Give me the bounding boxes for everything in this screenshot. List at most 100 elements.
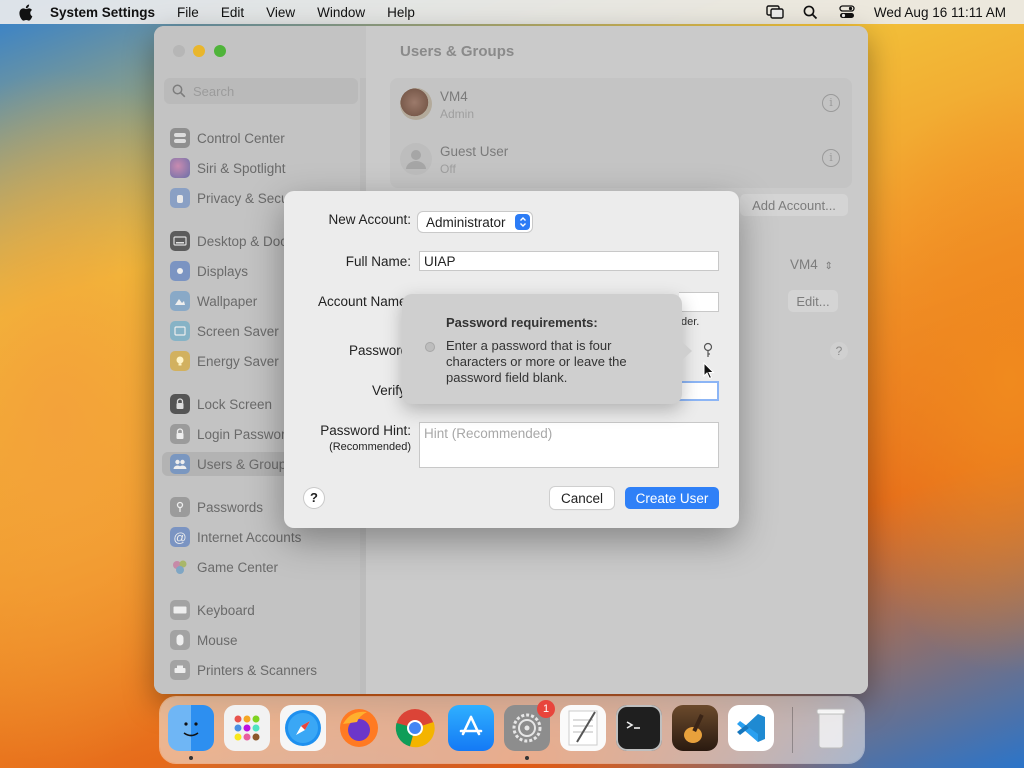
user-name: VM4 — [440, 89, 468, 104]
apple-menu-icon[interactable] — [18, 4, 36, 21]
running-indicator — [525, 756, 529, 760]
help-button[interactable]: ? — [304, 488, 324, 508]
full-name-value: UIAP — [424, 253, 456, 269]
launchpad-icon[interactable] — [224, 705, 270, 751]
sidebar-item-label: Desktop & Doc — [197, 233, 288, 249]
search-field[interactable]: Search — [164, 78, 358, 104]
trash-icon[interactable] — [808, 705, 854, 751]
user-row-guest[interactable]: Guest User Off i — [400, 135, 840, 183]
safari-icon[interactable] — [280, 705, 326, 751]
sidebar-item-privacy-security[interactable]: Privacy & Secu — [170, 186, 289, 210]
sidebar-item-printers-scanners[interactable]: Printers & Scanners — [170, 658, 317, 682]
requirement-status-icon — [425, 342, 435, 352]
add-account-button[interactable]: Add Account... — [740, 194, 848, 216]
menu-edit[interactable]: Edit — [221, 5, 244, 20]
dock-separator — [792, 707, 793, 753]
sidebar-item-internet-accounts[interactable]: @ Internet Accounts — [170, 525, 301, 549]
menu-view[interactable]: View — [266, 5, 295, 20]
sidebar-item-energy-saver[interactable]: Energy Saver — [170, 349, 279, 373]
avatar-football — [400, 88, 432, 120]
create-user-button[interactable]: Create User — [625, 487, 719, 509]
sidebar-item-label: Energy Saver — [197, 353, 279, 369]
app-store-icon[interactable] — [448, 705, 494, 751]
sidebar-item-screen-saver[interactable]: Screen Saver — [170, 319, 279, 343]
menu-help[interactable]: Help — [387, 5, 415, 20]
sidebar-item-label: Users & Group — [197, 456, 287, 472]
edit-button[interactable]: Edit... — [788, 290, 838, 312]
full-name-label: Full Name: — [345, 254, 411, 269]
password-hint-field[interactable]: Hint (Recommended) — [419, 422, 719, 468]
garageband-icon[interactable] — [672, 705, 718, 751]
account-name-hint: der. — [681, 316, 700, 328]
siri-icon — [170, 158, 190, 178]
screen-mirroring-icon[interactable] — [766, 4, 784, 20]
key-icon[interactable] — [702, 342, 716, 358]
full-name-field[interactable]: UIAP — [419, 251, 719, 271]
sidebar-item-wallpaper[interactable]: Wallpaper — [170, 289, 257, 313]
vscode-icon[interactable] — [728, 705, 774, 751]
popover-title: Password requirements: — [446, 315, 598, 330]
at-icon: @ — [170, 527, 190, 547]
account-name-field[interactable] — [679, 292, 719, 312]
cancel-button[interactable]: Cancel — [550, 487, 614, 509]
running-indicator — [189, 756, 193, 760]
users-icon — [170, 454, 190, 474]
sidebar-item-displays[interactable]: Displays — [170, 259, 248, 283]
minimize-button[interactable] — [193, 45, 205, 57]
search-icon[interactable] — [802, 4, 820, 20]
sidebar-item-login-password[interactable]: Login Passwor — [170, 422, 286, 446]
sidebar-item-game-center[interactable]: Game Center — [170, 555, 278, 579]
sidebar-item-label: Keyboard — [197, 602, 255, 618]
finder-icon[interactable] — [168, 705, 214, 751]
zoom-button[interactable] — [214, 45, 226, 57]
menu-file[interactable]: File — [177, 5, 199, 20]
popover-arrow — [682, 342, 692, 360]
window-title: Users & Groups — [400, 43, 515, 60]
system-settings-icon[interactable]: 1 — [504, 700, 555, 751]
info-icon[interactable]: i — [822, 149, 840, 167]
menu-app-name[interactable]: System Settings — [50, 5, 155, 20]
bulb-icon — [170, 351, 190, 371]
close-button[interactable] — [173, 45, 185, 57]
verify-label: Verify — [372, 383, 406, 398]
sidebar-item-label: Control Center — [197, 130, 285, 146]
sidebar-item-control-center[interactable]: Control Center — [170, 126, 285, 150]
firefox-icon[interactable] — [336, 705, 382, 751]
auto-login-select[interactable]: VM4 ⇕ — [790, 257, 833, 272]
chrome-icon[interactable] — [392, 705, 438, 751]
menu-bar: System Settings File Edit View Window He… — [0, 0, 1024, 24]
sidebar-item-label: Lock Screen — [197, 396, 273, 412]
info-icon[interactable]: i — [822, 94, 840, 112]
password-hint-label: Password Hint: — [320, 423, 411, 438]
sidebar-item-lock-screen[interactable]: Lock Screen — [170, 392, 272, 416]
password-hint-sublabel: (Recommended) — [329, 441, 411, 453]
help-button[interactable]: ? — [830, 342, 848, 360]
sidebar-item-passwords[interactable]: Passwords — [170, 495, 263, 519]
user-row-vm4[interactable]: VM4 Admin i — [400, 80, 840, 128]
sun-icon — [170, 261, 190, 281]
menu-clock[interactable]: Wed Aug 16 11:11 AM — [874, 5, 1006, 20]
sidebar-item-desktop-dock[interactable]: Desktop & Doc — [170, 229, 287, 253]
users-list: VM4 Admin i Guest User Off i — [390, 78, 852, 188]
wallpaper-icon — [170, 291, 190, 311]
sidebar-item-label: Wallpaper — [197, 293, 258, 309]
mouse-icon — [170, 630, 190, 650]
terminal-icon[interactable] — [616, 705, 662, 751]
user-role: Off — [440, 162, 456, 176]
menu-window[interactable]: Window — [317, 5, 365, 20]
password-requirements-popover: Password requirements: Enter a password … — [402, 294, 692, 404]
sidebar-item-siri-spotlight[interactable]: Siri & Spotlight — [170, 156, 286, 180]
search-icon — [172, 84, 186, 98]
desktop-icon — [170, 231, 190, 251]
textedit-icon[interactable] — [560, 705, 606, 751]
avatar-guest — [400, 143, 432, 175]
sidebar-item-keyboard[interactable]: Keyboard — [170, 598, 255, 622]
control-center-icon[interactable] — [838, 4, 856, 20]
dock: 1 — [160, 697, 864, 763]
sidebar-item-mouse[interactable]: Mouse — [170, 628, 238, 652]
sidebar-item-label: Privacy & Secu — [197, 190, 289, 206]
verify-field[interactable] — [679, 381, 719, 401]
sidebar-item-label: Screen Saver — [197, 323, 279, 339]
printer-icon — [170, 660, 190, 680]
account-type-popup[interactable]: Administrator — [418, 212, 532, 232]
